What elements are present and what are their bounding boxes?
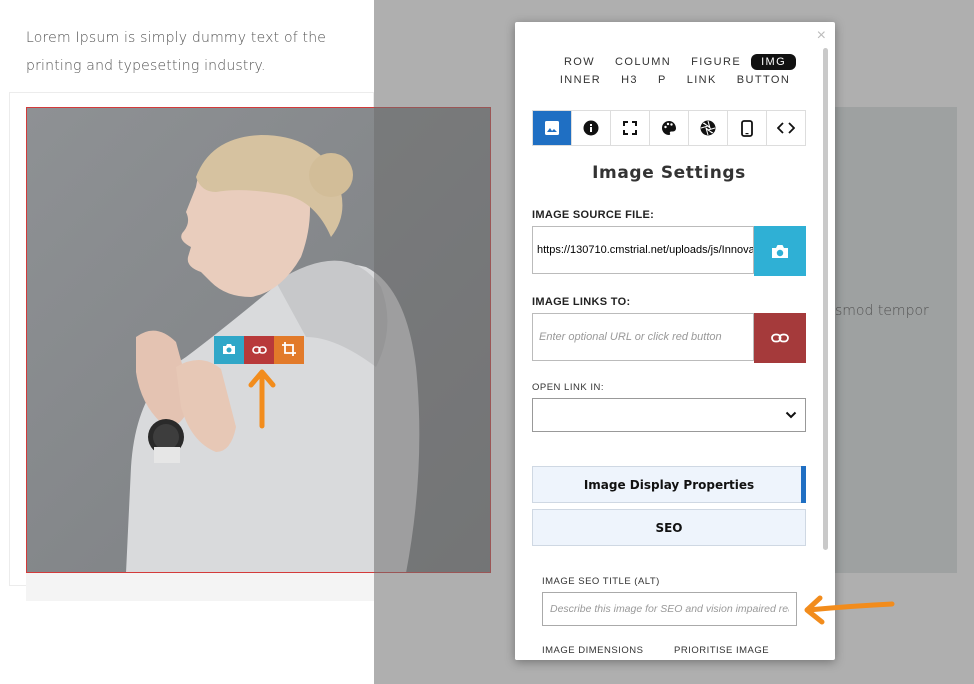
settings-tabs: [532, 110, 806, 146]
image-dimensions-label: IMAGE DIMENSIONS: [542, 645, 644, 656]
image-toolbar: [214, 336, 304, 364]
image-links-label: IMAGE LINKS TO:: [532, 296, 631, 308]
open-link-label: OPEN LINK IN:: [532, 382, 604, 393]
tab-code[interactable]: [767, 111, 805, 145]
fullscreen-icon: [623, 121, 637, 135]
image-icon: [545, 121, 559, 135]
tab-mobile[interactable]: [728, 111, 767, 145]
open-link-select[interactable]: [532, 398, 806, 432]
image-source-value: https://130710.cmstrial.net/uploads/js/I…: [537, 244, 754, 256]
crumb-row[interactable]: ROW: [554, 54, 605, 70]
intro-paragraph: Lorem Ipsum is simply dummy text of the …: [26, 30, 327, 74]
info-icon: [583, 120, 599, 136]
mobile-icon: [741, 119, 753, 137]
tab-info[interactable]: [572, 111, 611, 145]
image-settings-panel: × ROW COLUMN FIGURE IMG INNER H3 P LINK …: [515, 22, 835, 660]
select-image-button[interactable]: [754, 226, 806, 276]
crumb-p[interactable]: P: [648, 72, 677, 88]
accordion-active-bar: [801, 466, 806, 503]
image-replace-button[interactable]: [214, 336, 244, 364]
image-crop-button[interactable]: [274, 336, 304, 364]
panel-scrollbar[interactable]: [823, 48, 828, 550]
crumb-h3[interactable]: H3: [611, 72, 648, 88]
camera-icon: [222, 343, 236, 358]
right-column-image: [835, 107, 957, 573]
seo-button[interactable]: SEO: [532, 509, 806, 546]
image-source-field[interactable]: https://130710.cmstrial.net/uploads/js/I…: [532, 226, 754, 274]
chevron-down-icon: [785, 411, 797, 419]
tab-aperture[interactable]: [689, 111, 728, 145]
row-footer-strip: [26, 573, 374, 601]
seo-label: SEO: [655, 520, 683, 535]
close-icon[interactable]: ×: [817, 27, 826, 45]
image-link-button[interactable]: [244, 336, 274, 364]
element-breadcrumb: ROW COLUMN FIGURE IMG INNER H3 P LINK BU…: [515, 54, 835, 90]
crumb-img[interactable]: IMG: [751, 54, 797, 70]
camera-icon: [772, 244, 788, 258]
crumb-inner[interactable]: INNER: [550, 72, 611, 88]
code-icon: [777, 122, 795, 134]
palette-icon: [662, 121, 676, 135]
aperture-icon: [700, 120, 716, 136]
tab-palette[interactable]: [650, 111, 689, 145]
seo-title-field[interactable]: [542, 592, 797, 626]
seo-title-input[interactable]: [548, 602, 791, 616]
image-display-properties-label: Image Display Properties: [583, 477, 755, 492]
crumb-link[interactable]: LINK: [677, 72, 727, 88]
link-icon: [251, 343, 267, 358]
tab-fullscreen[interactable]: [611, 111, 650, 145]
link-icon: [771, 333, 789, 343]
select-link-button[interactable]: [754, 313, 806, 363]
crumb-figure[interactable]: FIGURE: [681, 54, 751, 70]
crumb-column[interactable]: COLUMN: [605, 54, 681, 70]
crop-icon: [282, 341, 296, 359]
right-column-text: smod tempor: [835, 303, 929, 319]
image-link-field[interactable]: [532, 313, 754, 361]
image-link-input[interactable]: [537, 330, 749, 344]
image-source-label: IMAGE SOURCE FILE:: [532, 209, 655, 221]
panel-title: Image Settings: [592, 163, 746, 183]
seo-title-label: IMAGE SEO TITLE (ALT): [542, 576, 660, 587]
image-display-properties-button[interactable]: Image Display Properties: [532, 466, 806, 503]
tab-image[interactable]: [533, 111, 572, 145]
crumb-button[interactable]: BUTTON: [727, 72, 800, 88]
prioritise-image-label: PRIORITISE IMAGE: [674, 645, 770, 656]
